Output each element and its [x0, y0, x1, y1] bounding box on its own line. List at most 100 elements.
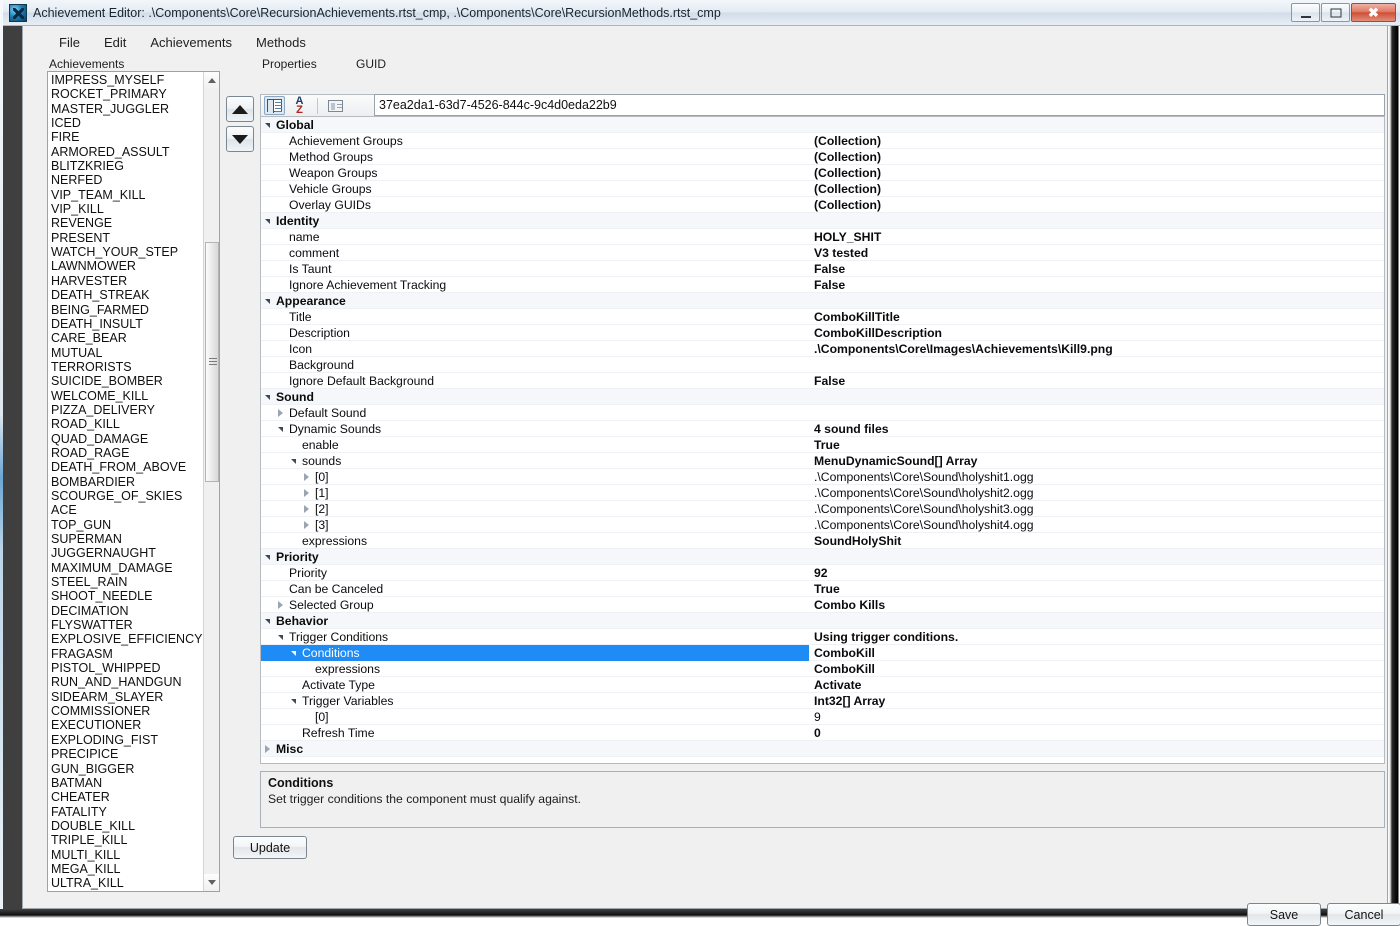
property-row[interactable]: soundsMenuDynamicSound[] Array [261, 453, 1384, 469]
property-value-cell[interactable]: True [809, 582, 1384, 596]
list-item[interactable]: DEATH_INSULT [48, 317, 204, 331]
property-value-cell[interactable]: .\Components\Core\Sound\holyshit1.ogg [809, 470, 1384, 484]
list-item[interactable]: PISTOL_WHIPPED [48, 661, 204, 675]
scroll-down-button[interactable] [204, 874, 220, 891]
expander-closed-icon[interactable] [261, 745, 274, 753]
property-value-cell[interactable]: Combo Kills [809, 598, 1384, 612]
list-item[interactable]: MASTER_JUGGLER [48, 102, 204, 116]
property-value-cell[interactable]: 92 [809, 566, 1384, 580]
property-row[interactable]: nameHOLY_SHIT [261, 229, 1384, 245]
list-item[interactable]: RUN_AND_HANDGUN [48, 675, 204, 689]
property-row[interactable]: Priority92 [261, 565, 1384, 581]
property-value-cell[interactable]: ComboKillDescription [809, 326, 1384, 340]
list-item[interactable]: ULTRA_KILL [48, 876, 204, 890]
list-item[interactable]: SUICIDE_BOMBER [48, 374, 204, 388]
property-row[interactable]: expressionsComboKill [261, 661, 1384, 677]
expander-open-icon[interactable] [287, 698, 300, 703]
list-item[interactable]: QUAD_DAMAGE [48, 432, 204, 446]
property-row[interactable]: Vehicle Groups(Collection) [261, 181, 1384, 197]
property-category-row[interactable]: Behavior [261, 613, 1384, 629]
move-up-button[interactable] [226, 96, 254, 122]
property-value-cell[interactable]: (Collection) [809, 166, 1384, 180]
minimize-button[interactable] [1291, 3, 1320, 22]
property-row[interactable]: Trigger ConditionsUsing trigger conditio… [261, 629, 1384, 645]
property-row[interactable]: Weapon Groups(Collection) [261, 165, 1384, 181]
list-item[interactable]: MEGA_KILL [48, 862, 204, 876]
save-button[interactable]: Save [1247, 903, 1321, 926]
expander-closed-icon[interactable] [300, 473, 313, 481]
property-value-cell[interactable]: 9 [809, 710, 1384, 724]
scrollbar-thumb[interactable] [205, 242, 219, 482]
list-item[interactable]: CHEATER [48, 790, 204, 804]
property-row[interactable]: Is TauntFalse [261, 261, 1384, 277]
expander-open-icon[interactable] [287, 458, 300, 463]
list-item[interactable]: WATCH_YOUR_STEP [48, 245, 204, 259]
menu-edit[interactable]: Edit [92, 32, 138, 53]
expander-closed-icon[interactable] [300, 521, 313, 529]
property-row[interactable]: Icon.\Components\Core\Images\Achievement… [261, 341, 1384, 357]
property-row[interactable]: Trigger VariablesInt32[] Array [261, 693, 1384, 709]
expander-closed-icon[interactable] [274, 601, 287, 609]
list-item[interactable]: MUTUAL [48, 346, 204, 360]
list-item[interactable]: CARE_BEAR [48, 331, 204, 345]
property-row[interactable]: Background [261, 357, 1384, 373]
property-row[interactable]: Refresh Time0 [261, 725, 1384, 741]
property-value-cell[interactable]: False [809, 278, 1384, 292]
expander-open-icon[interactable] [287, 650, 300, 655]
list-item[interactable]: VIP_KILL [48, 202, 204, 216]
property-value-cell[interactable]: (Collection) [809, 150, 1384, 164]
list-item[interactable]: PRESENT [48, 231, 204, 245]
list-item[interactable]: WELCOME_KILL [48, 389, 204, 403]
property-category-row[interactable]: Sound [261, 389, 1384, 405]
property-value-cell[interactable]: V3 tested [809, 246, 1384, 260]
achievements-list[interactable]: IMPRESS_MYSELFROCKET_PRIMARYMASTER_JUGGL… [47, 71, 220, 892]
property-row[interactable]: DescriptionComboKillDescription [261, 325, 1384, 341]
guid-input[interactable]: 37ea2da1-63d7-4526-844c-9c4d0eda22b9 [374, 94, 1385, 116]
list-item[interactable]: VIP_TEAM_KILL [48, 188, 204, 202]
property-row[interactable]: Ignore Achievement TrackingFalse [261, 277, 1384, 293]
property-value-cell[interactable]: .\Components\Core\Sound\holyshit4.ogg [809, 518, 1384, 532]
list-item[interactable]: SHOOT_NEEDLE [48, 589, 204, 603]
list-item[interactable]: BATMAN [48, 776, 204, 790]
maximize-button[interactable] [1321, 3, 1350, 22]
list-item[interactable]: ROCKET_PRIMARY [48, 87, 204, 101]
menu-achievements[interactable]: Achievements [138, 32, 244, 53]
list-item[interactable]: NERFED [48, 173, 204, 187]
property-value-cell[interactable]: .\Components\Core\Sound\holyshit3.ogg [809, 502, 1384, 516]
property-category-row[interactable]: Identity [261, 213, 1384, 229]
list-item[interactable]: ROAD_KILL [48, 417, 204, 431]
property-row[interactable]: Ignore Default BackgroundFalse [261, 373, 1384, 389]
property-row[interactable]: [1].\Components\Core\Sound\holyshit2.ogg [261, 485, 1384, 501]
expander-open-icon[interactable] [274, 426, 287, 431]
property-row[interactable]: [2].\Components\Core\Sound\holyshit3.ogg [261, 501, 1384, 517]
property-value-cell[interactable]: .\Components\Core\Sound\holyshit2.ogg [809, 486, 1384, 500]
list-item[interactable]: GUN_BIGGER [48, 762, 204, 776]
list-item[interactable]: FRAGASM [48, 647, 204, 661]
property-row[interactable]: Default Sound [261, 405, 1384, 421]
list-item[interactable]: MAXIMUM_DAMAGE [48, 561, 204, 575]
expander-closed-icon[interactable] [300, 505, 313, 513]
list-item[interactable]: ICED [48, 116, 204, 130]
property-row[interactable]: [0].\Components\Core\Sound\holyshit1.ogg [261, 469, 1384, 485]
menu-file[interactable]: File [47, 32, 92, 53]
property-row[interactable]: Activate TypeActivate [261, 677, 1384, 693]
property-pages-button[interactable] [325, 96, 346, 115]
property-row[interactable]: [3].\Components\Core\Sound\holyshit4.ogg [261, 517, 1384, 533]
list-item[interactable]: ARMORED_ASSULT [48, 145, 204, 159]
property-row[interactable]: [0]9 [261, 709, 1384, 725]
list-item[interactable]: DECIMATION [48, 604, 204, 618]
property-row[interactable]: TitleComboKillTitle [261, 309, 1384, 325]
menu-methods[interactable]: Methods [244, 32, 318, 53]
property-value-cell[interactable]: ComboKill [809, 662, 1384, 676]
list-item[interactable]: COMMISSIONER [48, 704, 204, 718]
list-item[interactable]: REVENGE [48, 216, 204, 230]
list-item[interactable]: SIDEARM_SLAYER [48, 690, 204, 704]
property-category-row[interactable]: Priority [261, 549, 1384, 565]
property-value-cell[interactable]: False [809, 374, 1384, 388]
property-row[interactable]: Can be CanceledTrue [261, 581, 1384, 597]
property-row[interactable]: Achievement Groups(Collection) [261, 133, 1384, 149]
property-row[interactable]: expressionsSoundHolyShit [261, 533, 1384, 549]
property-value-cell[interactable]: ComboKillTitle [809, 310, 1384, 324]
property-value-cell[interactable]: .\Components\Core\Images\Achievements\Ki… [809, 342, 1384, 356]
list-item[interactable]: MULTI_KILL [48, 848, 204, 862]
